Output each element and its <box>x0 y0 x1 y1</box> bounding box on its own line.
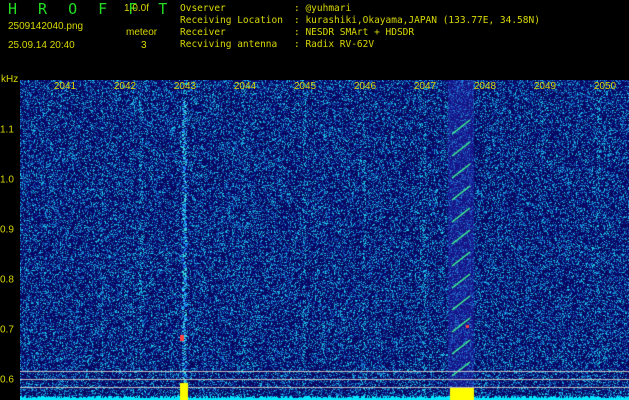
info-observer: Ovserver: @yuhmari <box>180 3 352 14</box>
spectrogram-canvas <box>20 80 629 400</box>
time-tick: 2050 <box>593 81 617 92</box>
info-antenna: Recviving antenna: Radix RV-62V <box>180 39 375 50</box>
time-axis: 2041 2042 2043 2044 2045 2046 2047 2048 … <box>0 80 629 94</box>
freq-tick: 1.1 <box>0 124 14 136</box>
info-location: Receiving Location: kurashiki,Okayama,JA… <box>180 15 540 26</box>
time-tick: 2046 <box>353 81 377 92</box>
meteor-label: meteor <box>126 27 158 38</box>
freq-tick: 0.9 <box>0 224 14 236</box>
file-name: 2509142040.png <box>8 21 84 32</box>
datetime: 25.09.14 20:40 <box>8 40 75 51</box>
app-version: 1.0.0f <box>124 3 150 14</box>
header-panel: H R O F F T 1.0.0f 2509142040.png meteor… <box>0 0 629 85</box>
freq-tick: 0.8 <box>0 274 14 286</box>
freq-tick: 0.6 <box>0 374 14 386</box>
time-tick: 2045 <box>293 81 317 92</box>
time-tick: 2048 <box>473 81 497 92</box>
time-tick: 2043 <box>173 81 197 92</box>
time-tick: 2047 <box>413 81 437 92</box>
time-tick: 2044 <box>233 81 257 92</box>
info-receiver: Receiver: NESDR SMArt + HDSDR <box>180 27 415 38</box>
time-tick: 2041 <box>53 81 77 92</box>
freq-tick: 1.0 <box>0 174 14 186</box>
time-tick: 2042 <box>113 81 137 92</box>
station-info: Ovserver: @yuhmari Receiving Location: k… <box>180 3 540 51</box>
freq-tick: 0.7 <box>0 324 14 336</box>
time-tick: 2049 <box>533 81 557 92</box>
meteor-count: 3 <box>141 40 147 51</box>
